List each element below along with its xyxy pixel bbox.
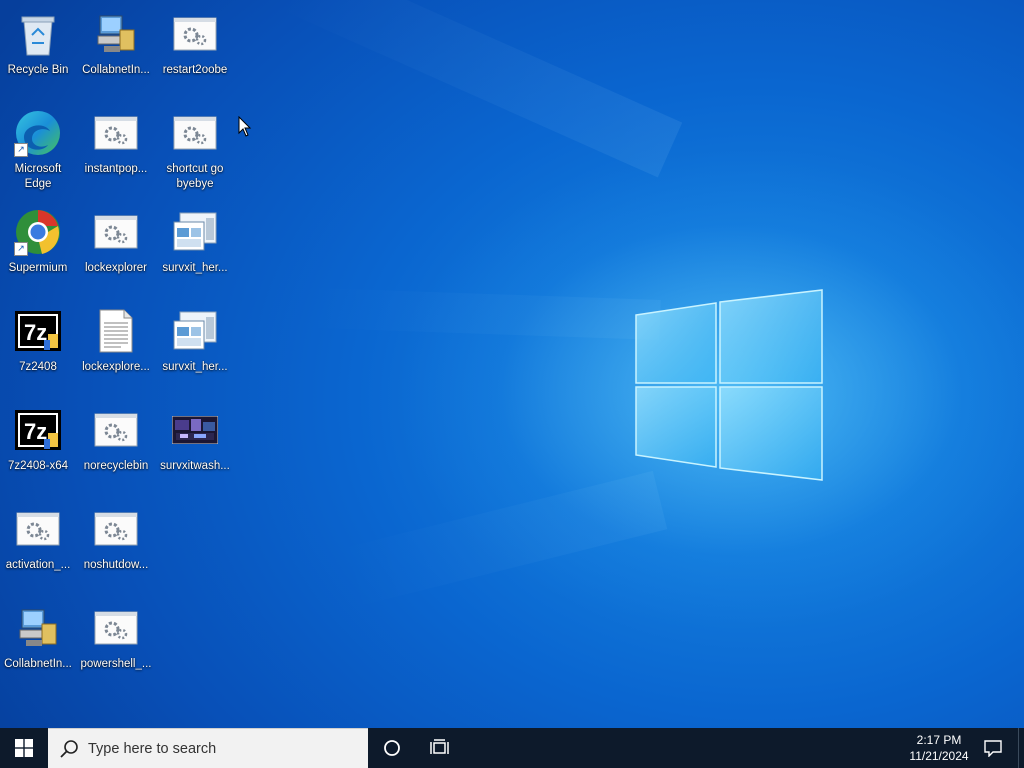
cortana-circle-icon — [384, 740, 400, 756]
wallpaper-light-beam — [274, 0, 683, 178]
desktop-icon-norecyclebin[interactable]: norecyclebin — [78, 400, 154, 496]
desktop-icon-7z2408-x64[interactable]: 7z 7z2408-x64 — [0, 400, 76, 496]
clock-date: 11/21/2024 — [909, 749, 969, 763]
shortcut-arrow-icon: ↗ — [14, 242, 28, 256]
desktop-icon-recycle-bin[interactable]: Recycle Bin — [0, 4, 76, 100]
desktop-icon-label: CollabnetIn... — [4, 658, 72, 670]
desktop-icon-label: survxitwash... — [160, 460, 230, 472]
batch-file-icon — [94, 215, 138, 249]
registry-file-icon — [173, 212, 217, 251]
computer-setup-icon — [97, 15, 135, 52]
recycle-bin-icon — [21, 16, 55, 56]
taskbar: Type here to search 2:17 PM 11/21/2024 — [0, 728, 1024, 768]
7zip-installer-icon: 7z — [15, 311, 61, 351]
desktop-icon-label: lockexplorer — [85, 262, 147, 274]
task-view-button[interactable] — [420, 728, 460, 768]
show-desktop-button[interactable] — [1018, 728, 1024, 768]
7zip-installer-icon: 7z — [15, 410, 61, 450]
desktop-icon-lockexplorer-txt[interactable]: lockexplore... — [78, 301, 154, 397]
desktop-icon-label: survxit_her... — [162, 262, 228, 274]
svg-text:7z: 7z — [24, 320, 47, 345]
svg-text:7z: 7z — [24, 419, 47, 444]
text-document-icon — [99, 309, 133, 353]
search-icon — [60, 739, 78, 758]
computer-setup-icon — [19, 609, 57, 646]
desktop-icon-label: 7z2408 — [19, 361, 57, 373]
desktop-icon-activation[interactable]: activation_... — [0, 499, 76, 595]
desktop-icon-label: activation_... — [5, 559, 71, 571]
desktop-icon-label: noshutdow... — [83, 559, 149, 571]
registry-file-icon — [173, 311, 217, 350]
batch-file-icon — [173, 17, 217, 51]
batch-file-icon — [94, 611, 138, 645]
mouse-pointer-icon — [238, 116, 252, 137]
desktop-icon-restart2oobe[interactable]: restart2oobe — [157, 4, 233, 100]
desktop-icon-label: lockexplore... — [82, 361, 150, 373]
desktop-icon-lockexplorer[interactable]: lockexplorer — [78, 202, 154, 298]
desktop-icon-collabnetin-1[interactable]: CollabnetIn... — [78, 4, 154, 100]
batch-file-icon — [94, 413, 138, 447]
desktop-icon-label: Microsoft Edge — [14, 163, 62, 190]
search-input[interactable]: Type here to search — [48, 728, 368, 768]
batch-file-icon — [16, 512, 60, 546]
desktop-icon-label: 7z2408-x64 — [7, 460, 69, 472]
desktop-icon-shortcut-go-byebye[interactable]: shortcut go byebye — [157, 103, 233, 199]
desktop-icon-label: Supermium — [8, 262, 68, 274]
desktop[interactable]: Recycle Bin ↗ Microsoft Edge ↗ Supermium… — [0, 0, 1024, 728]
desktop-icon-label: shortcut go byebye — [166, 163, 224, 190]
desktop-icon-survxit-her-1[interactable]: survxit_her... — [157, 202, 233, 298]
desktop-icon-label: survxit_her... — [162, 361, 228, 373]
start-button[interactable] — [0, 728, 48, 768]
desktop-icon-label: Recycle Bin — [7, 64, 69, 76]
desktop-icon-survxitwash[interactable]: survxitwash... — [157, 400, 233, 496]
desktop-icon-instantpop[interactable]: instantpop... — [78, 103, 154, 199]
clock-time: 2:17 PM — [916, 733, 962, 747]
action-center-button[interactable] — [978, 728, 1008, 768]
wallpaper-light-beam — [332, 470, 668, 609]
search-placeholder: Type here to search — [88, 740, 217, 757]
action-center-icon — [984, 740, 1002, 757]
image-file-icon — [172, 416, 218, 444]
wallpaper-windows-logo — [635, 289, 823, 481]
desktop-icon-collabnetin-2[interactable]: CollabnetIn... — [0, 598, 76, 694]
desktop-icon-label: norecyclebin — [83, 460, 149, 472]
wallpaper-light-beam — [299, 287, 661, 340]
desktop-icon-7z2408[interactable]: 7z 7z2408 — [0, 301, 76, 397]
batch-file-icon — [94, 116, 138, 150]
desktop-icon-label: restart2oobe — [162, 64, 228, 76]
shortcut-arrow-icon: ↗ — [14, 143, 28, 157]
desktop-icon-microsoft-edge[interactable]: ↗ Microsoft Edge — [0, 103, 76, 199]
desktop-icon-label: powershell_... — [80, 658, 152, 670]
desktop-icon-survxit-her-2[interactable]: survxit_her... — [157, 301, 233, 397]
windows-logo-icon — [15, 739, 33, 757]
task-view-icon — [430, 739, 449, 754]
desktop-icon-supermium[interactable]: ↗ Supermium — [0, 202, 76, 298]
desktop-icon-label: instantpop... — [84, 163, 148, 175]
cortana-button[interactable] — [372, 728, 412, 768]
desktop-icon-powershell[interactable]: powershell_... — [78, 598, 154, 694]
desktop-icon-label: CollabnetIn... — [82, 64, 150, 76]
system-clock[interactable]: 2:17 PM 11/21/2024 — [900, 728, 978, 768]
batch-file-icon — [173, 116, 217, 150]
batch-file-icon — [94, 512, 138, 546]
desktop-icon-noshutdown[interactable]: noshutdow... — [78, 499, 154, 595]
